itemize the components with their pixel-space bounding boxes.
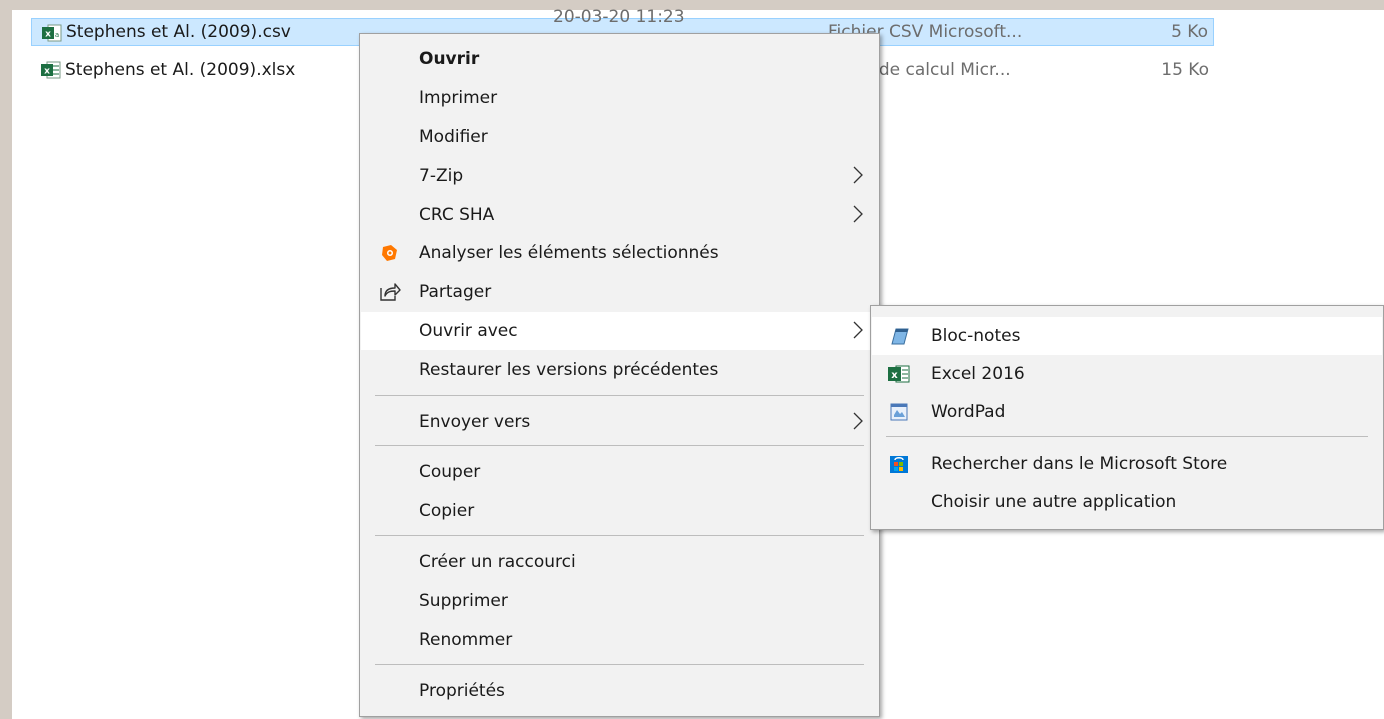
- menu-item-ouvrir[interactable]: Ouvrir: [361, 40, 878, 78]
- menu-item-label: Imprimer: [419, 88, 498, 108]
- submenu-item-excel[interactable]: x Excel 2016: [872, 355, 1382, 393]
- menu-item-label: Envoyer vers: [419, 412, 531, 432]
- submenu-item-bloc-notes[interactable]: Bloc-notes: [872, 317, 1382, 355]
- file-name: Stephens et Al. (2009).csv: [66, 22, 291, 42]
- submenu-item-label: Rechercher dans le Microsoft Store: [931, 454, 1228, 474]
- menu-item-analyser[interactable]: Analyser les éléments sélectionnés: [361, 234, 878, 272]
- chevron-right-icon: [853, 166, 863, 184]
- file-date: 20-03-20 11:23: [553, 7, 685, 27]
- share-icon: [380, 283, 401, 301]
- menu-item-label: Créer un raccourci: [419, 552, 576, 572]
- menu-item-label: Ouvrir: [419, 49, 480, 69]
- excel-csv-icon: x a: [42, 24, 62, 42]
- submenu-item-choisir-app[interactable]: Choisir une autre application: [872, 483, 1382, 521]
- menu-item-envoyer-vers[interactable]: Envoyer vers: [361, 403, 878, 441]
- menu-item-label: Copier: [419, 501, 475, 521]
- submenu-item-label: Excel 2016: [931, 364, 1025, 384]
- wordpad-icon: [890, 403, 908, 421]
- menu-item-couper[interactable]: Couper: [361, 453, 878, 491]
- menu-item-label: Restaurer les versions précédentes: [419, 360, 719, 380]
- svg-text:x: x: [44, 67, 50, 77]
- menu-item-label: Partager: [419, 282, 492, 302]
- svg-text:x: x: [891, 370, 898, 381]
- menu-item-crc-sha[interactable]: CRC SHA: [361, 196, 878, 234]
- submenu-item-label: WordPad: [931, 402, 1006, 422]
- menu-item-label: Ouvrir avec: [419, 321, 518, 341]
- chevron-right-icon: [853, 205, 863, 223]
- open-with-submenu: Bloc-notes x Excel 2016 WordPad Recherch…: [870, 305, 1384, 530]
- submenu-item-label: Choisir une autre application: [931, 492, 1177, 512]
- avast-icon: [382, 245, 397, 261]
- file-name: Stephens et Al. (2009).xlsx: [65, 60, 296, 80]
- menu-separator: [375, 395, 864, 396]
- excel-icon: x: [888, 365, 910, 383]
- menu-item-proprietes[interactable]: Propriétés: [361, 672, 878, 710]
- menu-item-label: Analyser les éléments sélectionnés: [419, 243, 719, 263]
- menu-item-supprimer[interactable]: Supprimer: [361, 582, 878, 620]
- chevron-right-icon: [853, 321, 863, 339]
- menu-item-label: Propriétés: [419, 681, 505, 701]
- menu-item-copier[interactable]: Copier: [361, 492, 878, 530]
- menu-item-label: Couper: [419, 462, 481, 482]
- menu-item-renommer[interactable]: Renommer: [361, 621, 878, 659]
- svg-text:x: x: [45, 30, 51, 40]
- notepad-icon: [891, 328, 909, 345]
- menu-separator: [375, 664, 864, 665]
- file-type: e de calcul Micr...: [863, 60, 1011, 80]
- menu-item-ouvrir-avec[interactable]: Ouvrir avec: [361, 312, 878, 350]
- menu-item-label: CRC SHA: [419, 205, 495, 225]
- menu-item-label: Renommer: [419, 630, 513, 650]
- menu-item-partager[interactable]: Partager: [361, 273, 878, 311]
- menu-separator: [886, 436, 1368, 437]
- menu-item-label: Modifier: [419, 127, 488, 147]
- menu-item-restaurer[interactable]: Restaurer les versions précédentes: [361, 351, 878, 389]
- menu-item-creer-raccourci[interactable]: Créer un raccourci: [361, 543, 878, 581]
- menu-item-modifier[interactable]: Modifier: [361, 118, 878, 156]
- file-size: 5 Ko: [1171, 22, 1208, 42]
- menu-separator: [375, 535, 864, 536]
- menu-separator: [375, 445, 864, 446]
- context-menu: Ouvrir Imprimer Modifier 7-Zip CRC SHA A…: [359, 33, 880, 717]
- chevron-right-icon: [853, 412, 863, 430]
- svg-text:a: a: [55, 31, 59, 39]
- submenu-item-store[interactable]: Rechercher dans le Microsoft Store: [872, 445, 1382, 483]
- menu-item-imprimer[interactable]: Imprimer: [361, 79, 878, 117]
- submenu-item-label: Bloc-notes: [931, 326, 1021, 346]
- store-icon: [890, 456, 908, 473]
- menu-item-label: 7-Zip: [419, 166, 464, 186]
- file-size: 15 Ko: [1161, 60, 1209, 80]
- menu-item-7zip[interactable]: 7-Zip: [361, 157, 878, 195]
- excel-xlsx-icon: x: [41, 61, 61, 79]
- menu-item-label: Supprimer: [419, 591, 508, 611]
- submenu-item-wordpad[interactable]: WordPad: [872, 393, 1382, 431]
